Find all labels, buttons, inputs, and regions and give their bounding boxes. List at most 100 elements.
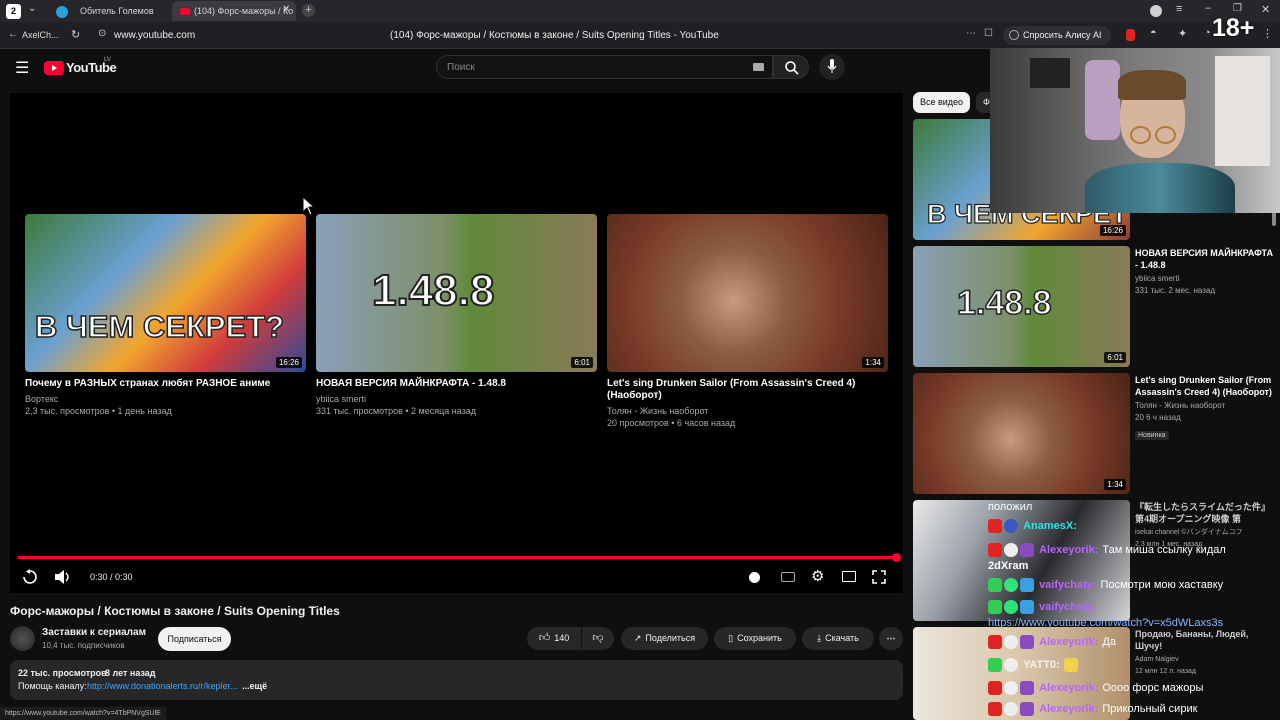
kick-badge-icon — [988, 578, 1002, 593]
subscribe-button[interactable]: Подписаться — [158, 627, 231, 651]
search-box[interactable]: Поиск — [436, 55, 773, 79]
new-badge: Новинка — [1135, 431, 1169, 440]
end-card-stats: 2,3 тыс. просмотров • 1 день назад — [25, 406, 172, 416]
sidebar-scrollbar[interactable] — [1272, 212, 1276, 226]
url-text[interactable]: www.youtube.com — [114, 30, 195, 41]
progress-bar[interactable] — [18, 553, 901, 562]
more-dots-icon: ⋯ — [886, 633, 896, 643]
download-button[interactable]: ⤓ Скачать — [802, 627, 874, 650]
mouse-cursor-icon — [302, 196, 316, 216]
thumbs-up-icon: 👍︎ — [538, 632, 551, 644]
like-button[interactable]: 👍︎ 140 — [527, 627, 581, 650]
telegram-icon — [56, 5, 68, 18]
browser-tab-bar: 2 ⌄ Обитель Големов (104) Форс-мажоры / … — [0, 0, 1280, 22]
end-card-thumbnail[interactable]: 1.48.8 6:01 — [316, 214, 597, 372]
duration-badge: 16:26 — [275, 357, 302, 368]
back-arrow-icon[interactable]: ← — [8, 29, 18, 40]
end-card-title[interactable]: Почему в РАЗНЫХ странах любят РАЗНОЕ ани… — [25, 378, 306, 390]
hat-icon[interactable]: ◓ — [1150, 27, 1157, 39]
hamburger-menu-icon[interactable]: ☰ — [15, 58, 29, 78]
sidebar-item-title: НОВАЯ ВЕРСИЯ МАЙНКРАФТА - 1.48.8 — [1135, 248, 1273, 270]
end-card-title[interactable]: Let's sing Drunken Sailor (From Assassin… — [607, 378, 888, 402]
site-info-icon[interactable]: ⊙ — [98, 28, 106, 39]
new-tab-icon[interactable]: + — [302, 4, 315, 17]
chat-link[interactable]: https://www.youtube.com/watch?v=x5dWLaxs… — [988, 617, 1223, 629]
ask-alice-button[interactable]: Спросить Алису AI — [1003, 26, 1111, 45]
thumbnail-text: 1.48.8 — [956, 283, 1052, 323]
chat-line: vaifychaty: Посмотри мою хаставку — [988, 575, 1280, 595]
sidebar-thumbnail-2[interactable]: 1.48.8 6:01 — [913, 246, 1130, 367]
extensions-puzzle-icon[interactable]: ✦ — [1178, 27, 1187, 40]
chat-line: https://www.youtube.com/watch?v=x5dWLaxs… — [988, 613, 1280, 633]
show-more-link[interactable]: ...ещё — [242, 681, 267, 691]
description-box[interactable]: 22 тыс. просмотров 8 лет назад Помощь ка… — [10, 660, 903, 700]
channel-name[interactable]: Заставки к сериалам — [42, 627, 146, 638]
chat-line: Alexeyorik: Оооо форс мажоры — [988, 678, 1280, 698]
fullscreen-icon[interactable] — [872, 570, 886, 584]
theater-mode-icon[interactable] — [842, 571, 856, 582]
chat-username: Alexeyorik: — [1039, 636, 1099, 648]
more-icon[interactable]: ⋯ — [966, 28, 976, 39]
user-avatar-icon — [1004, 681, 1018, 696]
tab-count-badge[interactable]: 2 — [6, 4, 21, 19]
share-label: Поделиться — [645, 633, 696, 643]
extension-icon[interactable] — [1126, 29, 1135, 41]
end-card-thumbnail[interactable]: В ЧЕМ СЕКРЕТ? 16:26 — [25, 214, 306, 372]
chat-message: положил — [988, 501, 1033, 513]
emote-icon — [1063, 658, 1078, 673]
more-actions-button[interactable]: ⋯ — [879, 627, 903, 650]
streamer-hair — [1118, 70, 1186, 100]
close-window-icon[interactable]: ✕ — [1261, 3, 1270, 16]
voice-search-button[interactable] — [819, 54, 845, 80]
youtube-favicon-icon — [180, 8, 190, 16]
sidebar-item-2[interactable]: НОВАЯ ВЕРСИЯ МАЙНКРАФТА - 1.48.8 ybiica … — [1135, 247, 1275, 297]
chevron-down-icon[interactable]: ⌄ — [28, 3, 36, 14]
volume-icon[interactable] — [54, 569, 72, 585]
subtitles-icon[interactable] — [781, 572, 795, 582]
donation-link[interactable]: http://www.donationalerts.ru/r/kepler... — [87, 681, 238, 691]
dislike-button[interactable]: 👎︎ — [582, 627, 614, 650]
close-tab-icon[interactable]: ✕ — [282, 4, 290, 15]
youtube-logo-icon[interactable] — [44, 61, 64, 75]
replay-icon[interactable] — [22, 569, 38, 585]
search-button[interactable] — [773, 55, 809, 79]
end-card-2[interactable]: 1.48.8 6:01 НОВАЯ ВЕРСИЯ МАЙНКРАФТА - 1.… — [316, 214, 597, 417]
bookmark-icon[interactable]: ☐ — [984, 28, 993, 39]
chip-all-videos[interactable]: Все видео — [913, 92, 970, 113]
download-icon[interactable]: ◔ — [1204, 27, 1211, 39]
progress-fill — [18, 556, 896, 559]
description-prefix: Помощь каналу: — [18, 681, 87, 691]
tab-youtube[interactable]: (104) Форс-мажоры / Ко — [172, 1, 296, 21]
channel-avatar[interactable] — [10, 626, 35, 651]
autoplay-toggle[interactable] — [749, 572, 760, 583]
tab-obitel[interactable]: Обитель Големов — [48, 1, 168, 21]
reload-icon[interactable]: ↻ — [71, 28, 80, 41]
tab-title: (104) Форс-мажоры / Ко — [194, 6, 294, 16]
restore-icon[interactable]: ❐ — [1233, 3, 1242, 14]
scrubber-handle[interactable] — [892, 553, 901, 562]
keyboard-icon[interactable] — [753, 63, 764, 71]
live-badge-icon — [988, 543, 1002, 558]
sidebar-item-3[interactable]: Let's sing Drunken Sailor (From Assassin… — [1135, 374, 1275, 442]
chat-line: AnamesX: — [988, 516, 1280, 536]
end-card-3[interactable]: 1:34 Let's sing Drunken Sailor (From Ass… — [607, 214, 888, 429]
video-player[interactable]: В ЧЕМ СЕКРЕТ? 16:26 Почему в РАЗНЫХ стра… — [10, 93, 903, 593]
share-button[interactable]: ↗ Поделиться — [621, 627, 708, 650]
end-card-thumbnail[interactable]: 1:34 — [607, 214, 888, 372]
page-title: (104) Форс-мажоры / Костюмы в законе / S… — [390, 30, 719, 41]
profile-icon[interactable] — [1150, 5, 1162, 17]
save-button[interactable]: ▯ Сохранить — [714, 627, 796, 650]
back-label[interactable]: AxelCh... — [22, 30, 59, 40]
chat-message: 2dXram — [988, 560, 1029, 572]
download-arrow-icon: ⤓ — [817, 633, 822, 643]
end-card-title[interactable]: НОВАЯ ВЕРСИЯ МАЙНКРАФТА - 1.48.8 — [316, 378, 597, 390]
settings-gear-icon[interactable]: ⚙ — [811, 567, 824, 585]
extension-menu-icon[interactable]: ⋮ — [1262, 27, 1273, 40]
menu-icon[interactable]: ≡ — [1176, 3, 1182, 15]
chat-message: Прикольный сирик — [1102, 703, 1198, 715]
chat-message: Там миша ссылку кидал — [1102, 544, 1226, 556]
sidebar-thumbnail-3[interactable]: 1:34 — [913, 373, 1130, 494]
end-card-1[interactable]: В ЧЕМ СЕКРЕТ? 16:26 Почему в РАЗНЫХ стра… — [25, 214, 306, 417]
minimize-icon[interactable]: – — [1205, 2, 1211, 14]
live-badge-icon — [988, 519, 1002, 534]
